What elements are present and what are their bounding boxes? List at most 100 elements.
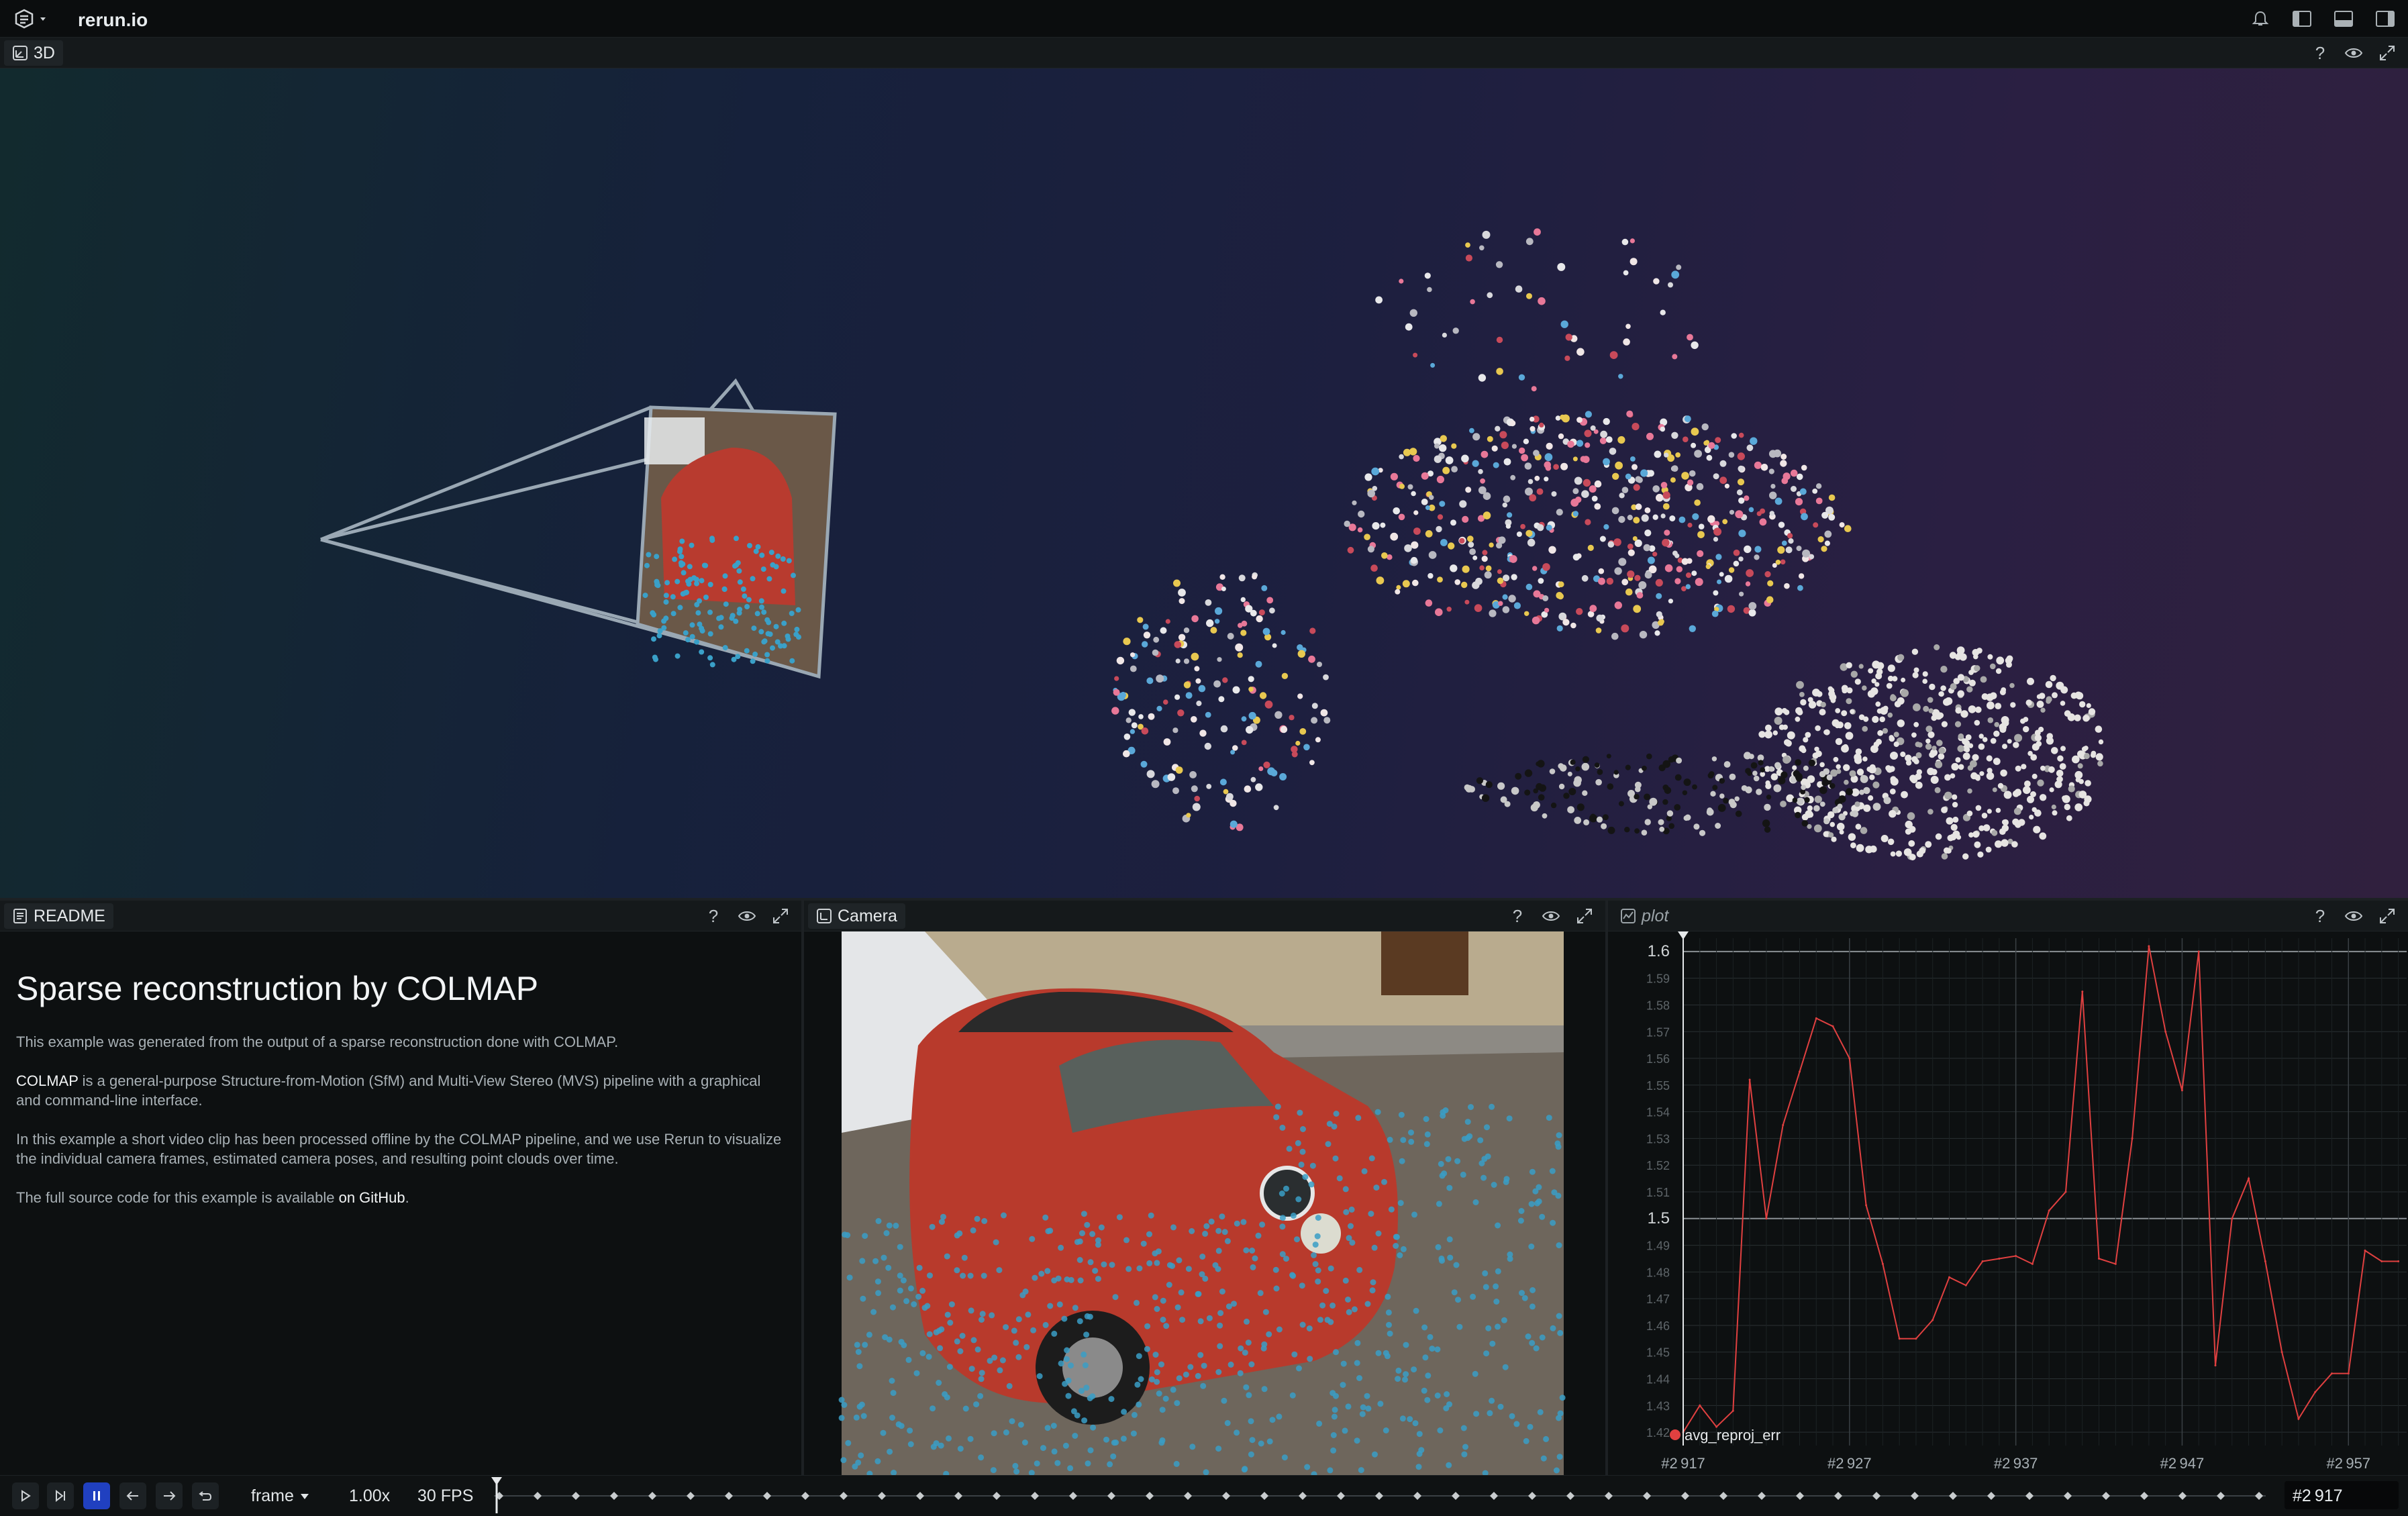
time-marker[interactable]	[993, 1492, 1001, 1500]
time-marker[interactable]	[1299, 1492, 1307, 1500]
time-marker[interactable]	[687, 1492, 695, 1500]
toggle-left-panel-icon[interactable]	[2291, 8, 2313, 30]
maximize-icon[interactable]	[2376, 42, 2399, 64]
cloud-point	[1938, 712, 1944, 719]
cloud-point	[1411, 491, 1416, 497]
time-marker[interactable]	[2217, 1492, 2225, 1500]
github-link[interactable]: on GitHub	[339, 1189, 405, 1206]
visibility-eye-icon[interactable]	[2342, 42, 2365, 64]
toggle-bottom-panel-icon[interactable]	[2333, 8, 2354, 30]
maximize-icon[interactable]	[2376, 905, 2399, 927]
time-marker[interactable]	[916, 1492, 924, 1500]
tab-readme[interactable]: README	[4, 903, 113, 929]
time-marker[interactable]	[1222, 1492, 1230, 1500]
time-marker[interactable]	[954, 1492, 962, 1500]
feature-point	[1081, 1351, 1087, 1358]
cloud-point	[1856, 768, 1864, 776]
time-marker[interactable]	[1605, 1492, 1613, 1500]
time-marker[interactable]	[1528, 1492, 1536, 1500]
visibility-eye-icon[interactable]	[2342, 905, 2365, 927]
feature-point	[1208, 1218, 1215, 1225]
feature-point	[1154, 1369, 1160, 1376]
time-marker[interactable]	[1452, 1492, 1460, 1500]
help-button[interactable]: ?	[1506, 905, 1529, 927]
time-marker[interactable]	[2025, 1492, 2034, 1500]
maximize-icon[interactable]	[769, 905, 792, 927]
help-button[interactable]: ?	[702, 905, 725, 927]
time-marker[interactable]	[1146, 1492, 1154, 1500]
time-marker[interactable]	[1872, 1492, 1880, 1500]
feature-point	[1061, 1315, 1068, 1322]
time-marker[interactable]	[610, 1492, 618, 1500]
time-cursor-handle[interactable]	[1678, 931, 1689, 940]
time-marker[interactable]	[1566, 1492, 1574, 1500]
time-marker[interactable]	[2140, 1492, 2148, 1500]
panel-divider[interactable]	[0, 898, 2408, 901]
time-marker[interactable]	[725, 1492, 733, 1500]
time-marker[interactable]	[1031, 1492, 1039, 1500]
time-marker[interactable]	[648, 1492, 656, 1500]
time-marker[interactable]	[1260, 1492, 1268, 1500]
time-marker[interactable]	[534, 1492, 542, 1500]
time-marker[interactable]	[840, 1492, 848, 1500]
cloud-point	[1764, 724, 1772, 731]
cloud-point	[1476, 777, 1483, 785]
time-marker[interactable]	[1796, 1492, 1804, 1500]
time-marker[interactable]	[1337, 1492, 1345, 1500]
cloud-point	[2079, 701, 2086, 708]
feature-point	[1423, 1141, 1430, 1148]
feature-point	[916, 1264, 923, 1271]
time-marker[interactable]	[1107, 1492, 1115, 1500]
time-marker[interactable]	[2064, 1492, 2072, 1500]
plot-panel[interactable]: 1.6 1.59 1.58 1.57 1.56 1.55 1.54 1.53 1.52 1.51 1…	[1608, 931, 2408, 1475]
time-marker[interactable]	[1643, 1492, 1651, 1500]
time-marker[interactable]	[1949, 1492, 1957, 1500]
visibility-eye-icon[interactable]	[1540, 905, 1562, 927]
cloud-point	[2021, 764, 2027, 770]
time-marker[interactable]	[2102, 1492, 2110, 1500]
time-marker[interactable]	[1184, 1492, 1192, 1500]
cloud-point	[1982, 737, 1988, 742]
time-marker[interactable]	[572, 1492, 580, 1500]
time-marker[interactable]	[1490, 1492, 1498, 1500]
feature-point	[1047, 1303, 1054, 1309]
time-marker[interactable]	[1413, 1492, 1421, 1500]
time-marker[interactable]	[2255, 1492, 2263, 1500]
rerun-logo-menu[interactable]	[13, 8, 51, 30]
time-marker[interactable]	[1758, 1492, 1766, 1500]
cloud-point	[1809, 554, 1815, 560]
cloud-point	[2049, 787, 2054, 793]
feature-point	[1472, 1199, 1479, 1205]
notifications-bell-icon[interactable]	[2250, 8, 2271, 30]
help-button[interactable]: ?	[2309, 42, 2331, 64]
visibility-eye-icon[interactable]	[736, 905, 758, 927]
cloud-point	[1674, 804, 1681, 811]
time-marker[interactable]	[801, 1492, 809, 1500]
maximize-icon[interactable]	[1573, 905, 1596, 927]
time-marker[interactable]	[1834, 1492, 1842, 1500]
time-marker[interactable]	[1719, 1492, 1727, 1500]
time-marker[interactable]	[1069, 1492, 1077, 1500]
time-marker[interactable]	[2178, 1492, 2187, 1500]
feature-point	[781, 620, 787, 626]
tab-plot[interactable]: plot	[1612, 903, 1676, 929]
current-time-field[interactable]: #2 917	[2285, 1481, 2399, 1509]
cloud-point	[1214, 619, 1220, 624]
time-cursor-handle[interactable]	[491, 1477, 502, 1485]
tab-camera[interactable]: Camera	[808, 903, 905, 929]
camera-frustum	[320, 378, 837, 679]
time-marker[interactable]	[1375, 1492, 1383, 1500]
3d-viewport[interactable]	[0, 68, 2408, 898]
cloud-point	[1266, 597, 1274, 604]
toggle-right-panel-icon[interactable]	[2374, 8, 2396, 30]
time-marker[interactable]	[1911, 1492, 1919, 1500]
cloud-point	[1968, 705, 1976, 713]
camera-panel[interactable]	[804, 931, 1605, 1478]
time-marker[interactable]	[878, 1492, 886, 1500]
help-button[interactable]: ?	[2309, 905, 2331, 927]
time-marker[interactable]	[1681, 1492, 1689, 1500]
tab-3d[interactable]: 3D	[4, 40, 63, 66]
feature-point	[859, 1258, 866, 1264]
time-marker[interactable]	[1987, 1492, 1995, 1500]
time-marker[interactable]	[763, 1492, 771, 1500]
